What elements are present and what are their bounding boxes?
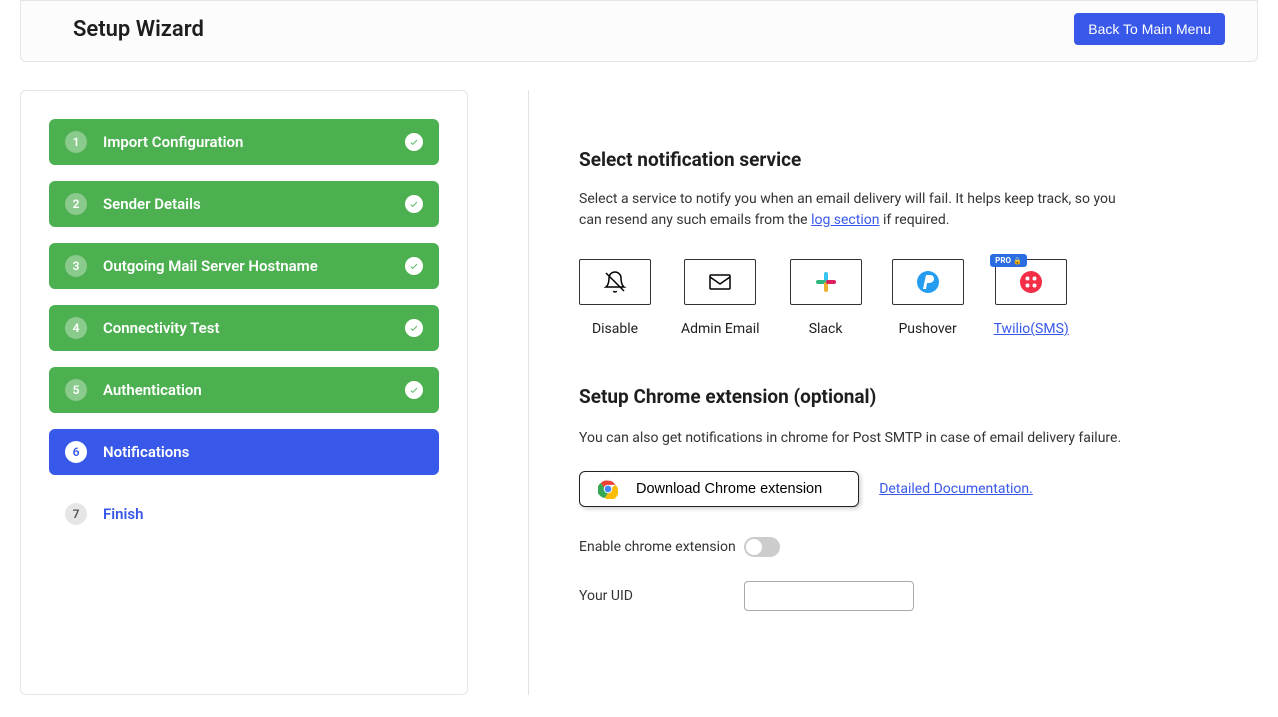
twilio-icon: PRO	[995, 259, 1067, 305]
check-icon	[405, 319, 423, 337]
disable-icon	[579, 259, 651, 305]
notification-service-admin-email[interactable]: Admin Email	[681, 259, 760, 337]
your-uid-label: Your UID	[579, 588, 744, 604]
step-label: Sender Details	[103, 195, 405, 213]
wizard-step-sender-details[interactable]: 2 Sender Details	[49, 181, 439, 227]
pro-badge: PRO	[990, 254, 1027, 267]
chrome-heading: Setup Chrome extension (optional)	[579, 385, 1248, 408]
chrome-icon	[598, 479, 618, 499]
admin-email-icon	[684, 259, 756, 305]
service-label: Admin Email	[681, 321, 760, 337]
step-number: 3	[65, 255, 87, 277]
notification-service-slack[interactable]: Slack	[790, 259, 862, 337]
check-icon	[405, 381, 423, 399]
wizard-step-notifications[interactable]: 6 Notifications	[49, 429, 439, 475]
notification-service-twilio[interactable]: PRO Twilio(SMS)	[994, 259, 1069, 337]
detailed-documentation-link[interactable]: Detailed Documentation.	[879, 481, 1033, 497]
wizard-step-import-configuration[interactable]: 1 Import Configuration	[49, 119, 439, 165]
service-label: Twilio(SMS)	[994, 321, 1069, 337]
step-label: Notifications	[103, 443, 423, 461]
step-number: 6	[65, 441, 87, 463]
back-to-main-menu-button[interactable]: Back To Main Menu	[1074, 13, 1225, 45]
wizard-steps-sidebar: 1 Import Configuration 2 Sender Details 3 Out…	[20, 90, 468, 695]
wizard-step-outgoing-mail-server-hostname[interactable]: 3 Outgoing Mail Server Hostname	[49, 243, 439, 289]
step-number: 7	[65, 503, 87, 525]
service-label: Pushover	[892, 321, 964, 337]
enable-chrome-extension-toggle[interactable]	[744, 537, 780, 557]
service-label: Disable	[579, 321, 651, 337]
step-label: Outgoing Mail Server Hostname	[103, 257, 405, 275]
step-number: 1	[65, 131, 87, 153]
chrome-description: You can also get notifications in chrome…	[579, 428, 1139, 449]
notification-description: Select a service to notify you when an e…	[579, 189, 1139, 231]
notification-service-disable[interactable]: Disable	[579, 259, 651, 337]
step-label: Import Configuration	[103, 133, 405, 151]
notification-services-row: Disable Admin Email Slack Pushover PRO Twilio…	[579, 259, 1248, 337]
page-title: Setup Wizard	[73, 17, 204, 42]
check-icon	[405, 257, 423, 275]
check-icon	[405, 195, 423, 213]
wizard-step-authentication[interactable]: 5 Authentication	[49, 367, 439, 413]
step-label: Authentication	[103, 381, 405, 399]
wizard-step-connectivity-test[interactable]: 4 Connectivity Test	[49, 305, 439, 351]
step-number: 4	[65, 317, 87, 339]
wizard-header: Setup Wizard Back To Main Menu	[20, 0, 1258, 62]
step-number: 5	[65, 379, 87, 401]
step-number: 2	[65, 193, 87, 215]
notification-heading: Select notification service	[579, 148, 1248, 171]
log-section-link[interactable]: log section	[811, 212, 879, 228]
enable-chrome-extension-label: Enable chrome extension	[579, 539, 744, 555]
step-label: Connectivity Test	[103, 319, 405, 337]
check-icon	[405, 133, 423, 151]
pushover-icon	[892, 259, 964, 305]
wizard-content: Select notification service Select a ser…	[528, 90, 1248, 695]
notification-service-pushover[interactable]: Pushover	[892, 259, 964, 337]
step-label: Finish	[103, 505, 423, 523]
your-uid-input[interactable]	[744, 581, 914, 611]
service-label: Slack	[790, 321, 862, 337]
wizard-step-finish[interactable]: 7 Finish	[49, 491, 439, 537]
slack-icon	[790, 259, 862, 305]
download-chrome-extension-button[interactable]: Download Chrome extension	[579, 471, 859, 507]
